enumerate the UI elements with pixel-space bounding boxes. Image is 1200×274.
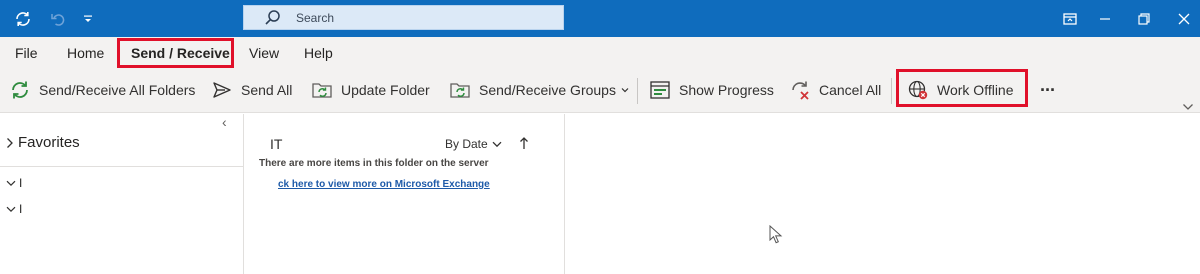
sync-icon[interactable] bbox=[11, 0, 35, 37]
chevron-down-icon bbox=[492, 141, 502, 148]
tab-home[interactable]: Home bbox=[67, 37, 104, 68]
sync-all-icon bbox=[9, 79, 39, 101]
account-node[interactable]: I bbox=[6, 202, 22, 216]
title-bar: Search bbox=[0, 0, 1200, 37]
button-label: Show Progress bbox=[679, 82, 774, 98]
progress-icon bbox=[649, 79, 679, 101]
chevron-down-icon bbox=[6, 180, 16, 187]
cancel-all-icon bbox=[789, 79, 819, 101]
button-label: Send/Receive All Folders bbox=[39, 82, 196, 98]
send-receive-highlight bbox=[117, 38, 234, 68]
account-label: I bbox=[19, 176, 23, 190]
cancel-all-button[interactable]: Cancel All bbox=[789, 68, 881, 112]
button-label: Send All bbox=[241, 82, 293, 98]
work-offline-highlight bbox=[896, 69, 1028, 107]
undo-icon[interactable] bbox=[46, 0, 70, 37]
button-label: Send/Receive Groups bbox=[479, 82, 616, 98]
tab-view[interactable]: View bbox=[249, 37, 279, 68]
ribbon-separator bbox=[891, 78, 892, 104]
chevron-down-icon bbox=[621, 87, 637, 93]
ribbon-display-icon[interactable] bbox=[1058, 0, 1082, 37]
close-icon[interactable] bbox=[1172, 0, 1196, 37]
button-label: Update Folder bbox=[341, 82, 430, 98]
send-receive-all-folders-button[interactable]: Send/Receive All Folders bbox=[9, 68, 195, 112]
tab-file[interactable]: File bbox=[15, 37, 38, 68]
send-all-button[interactable]: Send All bbox=[211, 68, 292, 112]
view-more-link[interactable]: ck here to view more on Microsoft Exchan… bbox=[278, 179, 490, 190]
minimize-icon[interactable] bbox=[1093, 0, 1117, 37]
more-options-button[interactable]: ··· bbox=[1040, 68, 1056, 112]
button-label: Cancel All bbox=[819, 82, 882, 98]
mouse-pointer-icon bbox=[769, 224, 783, 250]
folder-pane: ‹ Favorites I I bbox=[0, 114, 243, 274]
ribbon-separator bbox=[637, 78, 638, 104]
sort-label: By Date bbox=[445, 137, 488, 151]
tab-help[interactable]: Help bbox=[304, 37, 333, 68]
chevron-right-icon bbox=[6, 137, 14, 149]
search-placeholder: Search bbox=[296, 10, 335, 25]
update-folder-icon bbox=[311, 79, 341, 101]
menu-bar: File Home Send / Receive View Help bbox=[0, 37, 1200, 68]
show-progress-button[interactable]: Show Progress bbox=[649, 68, 774, 112]
server-items-notice: There are more items in this folder on t… bbox=[259, 158, 489, 169]
favorites-label: Favorites bbox=[18, 134, 80, 151]
chevron-down-icon bbox=[6, 206, 16, 213]
account-label: I bbox=[19, 202, 23, 216]
restore-icon[interactable] bbox=[1132, 0, 1156, 37]
sort-by-date-button[interactable]: By Date bbox=[445, 137, 502, 151]
ribbon: Send/Receive All Folders Send All Update… bbox=[0, 68, 1200, 113]
search-icon bbox=[264, 9, 281, 31]
account-node[interactable]: I bbox=[6, 176, 22, 190]
favorites-header[interactable]: Favorites bbox=[6, 134, 80, 151]
search-box[interactable]: Search bbox=[243, 5, 564, 30]
collapse-pane-button[interactable]: ‹ bbox=[222, 114, 227, 130]
message-list: IT By Date There are more items in this … bbox=[243, 114, 565, 274]
send-receive-groups-button[interactable]: Send/Receive Groups bbox=[449, 68, 637, 112]
groups-icon bbox=[449, 79, 479, 101]
sort-direction-icon[interactable] bbox=[519, 136, 529, 155]
customize-qat-icon[interactable] bbox=[80, 0, 96, 37]
update-folder-button[interactable]: Update Folder bbox=[311, 68, 430, 112]
folder-name: IT bbox=[270, 136, 283, 152]
pane-divider bbox=[0, 166, 243, 167]
reading-pane bbox=[565, 114, 1200, 274]
send-icon bbox=[211, 79, 241, 101]
